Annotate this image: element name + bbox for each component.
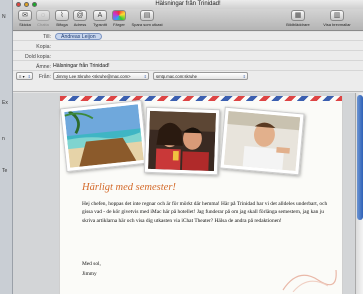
subject-row: Ämne: Hälsningar från Trinidad! [13,62,363,71]
sidebar-fragment: N [2,14,6,20]
stationery-letter[interactable]: Härligt med semester! Hej chefen, hoppas… [59,96,343,294]
from-select[interactable]: Jimmy Lee Skruhe <skruhe@mac.com> [53,72,149,80]
decorative-swirl [282,269,337,292]
scroll-thumb[interactable] [357,95,363,220]
sidebar-fragment: Te [2,168,8,174]
smtp-select[interactable]: smtp.mac.com:skruhe [153,72,248,80]
chat-icon: ◌ [36,10,50,21]
stationery-icon: ▥ [330,10,344,21]
cc-field[interactable] [53,43,353,50]
couple-photo[interactable] [143,106,221,176]
show-stationery-button[interactable]: ▥ Visa brevmallar [317,10,357,27]
photo-browser-icon: ▦ [291,10,305,21]
cc-label: Kopia: [36,44,51,50]
send-icon: ✉ [18,10,32,21]
subject-field[interactable]: Hälsningar från Trinidad! [53,63,110,69]
man-image [223,110,301,172]
sidebar-fragment: Ex [2,100,8,106]
message-closing: Med sol, [82,261,101,267]
bcc-field[interactable] [53,53,353,60]
message-headline: Härligt med semester! [82,182,176,193]
beach-photo[interactable] [59,99,149,173]
address-book-icon: @ [73,10,87,21]
message-signature: Jimmy [82,271,97,277]
sidebar-fragment: n [2,136,5,142]
man-photo[interactable] [219,106,305,176]
from-label: Från: [38,74,51,80]
message-body-text[interactable]: Hej chefen, hoppas det inte regnar och ä… [82,200,330,225]
paperclip-icon: ⌇ [55,10,69,21]
to-row: Till: Andreas Leijon [13,32,363,41]
color-wheel-icon [112,10,126,21]
options-menu[interactable]: ≡ ▾ [16,72,33,80]
bcc-label: Dold kopia: [25,54,51,60]
address-button[interactable]: @ Adress [69,10,91,27]
bcc-row: Dold kopia: [13,52,363,61]
title-bar: Hälsningar från Trinidad! [13,0,363,9]
mail-compose-window: N Ex n Te Hälsningar från Trinidad! ✉ Sk… [0,0,363,294]
from-row: ≡ ▾ Från: Jimmy Lee Skruhe <skruhe@mac.c… [13,72,363,84]
background-app-sidebar: N Ex n Te [0,0,13,294]
window-title: Hälsningar från Trinidad! [155,1,221,7]
to-label: Till: [43,34,51,40]
airmail-border [60,96,342,101]
couple-image [148,110,216,172]
recipient-token[interactable]: Andreas Leijon [55,33,102,40]
save-draft-icon: ▤ [140,10,154,21]
colors-button[interactable]: Färger [108,10,130,27]
message-header: Till: Andreas Leijon Kopia: Dold kopia: … [13,32,363,92]
cc-row: Kopia: [13,42,363,51]
save-draft-button[interactable]: ▤ Spara som utkast [130,10,164,27]
vertical-scrollbar[interactable] [355,93,363,294]
subject-label: Ämne: [36,64,51,70]
photo-browser-button[interactable]: ▦ Bildbläddrare [283,10,313,27]
toolbar: ✉ Skicka ◌ Chatta ⌇ Bifoga @ Adress A Ty… [13,9,363,31]
beach-image [64,104,144,168]
font-icon: A [93,10,107,21]
